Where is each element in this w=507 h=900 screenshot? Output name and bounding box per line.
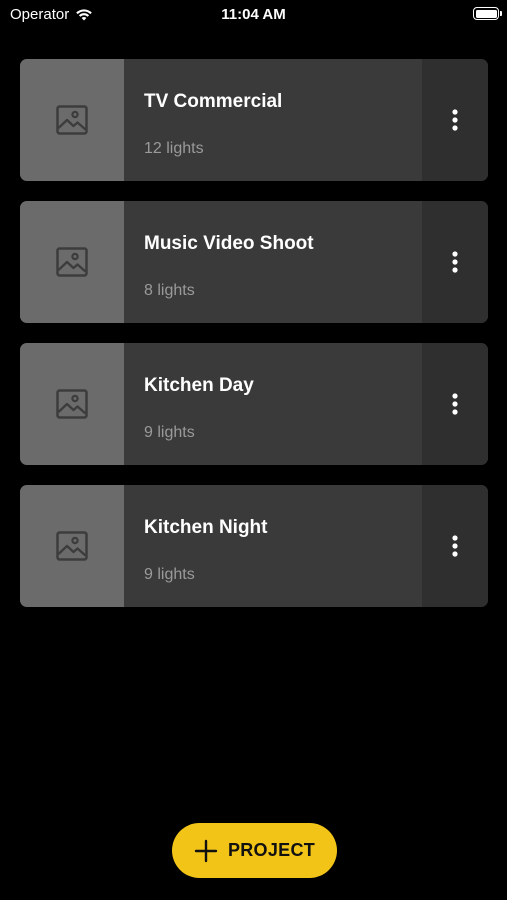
project-title: Kitchen Day <box>144 375 254 396</box>
project-light-count: 9 lights <box>144 424 195 441</box>
project-thumbnail <box>20 59 124 181</box>
project-menu-button[interactable] <box>422 343 488 465</box>
image-placeholder-icon <box>56 105 88 135</box>
project-menu-button[interactable] <box>422 59 488 181</box>
project-title: Kitchen Night <box>144 517 268 538</box>
status-time: 11:04 AM <box>221 6 286 23</box>
add-project-button[interactable]: PROJECT <box>172 823 337 878</box>
project-card-body: Kitchen Night 9 lights <box>124 485 422 607</box>
more-vertical-icon <box>452 393 458 415</box>
image-placeholder-icon <box>56 389 88 419</box>
project-card-body: Kitchen Day 9 lights <box>124 343 422 465</box>
image-placeholder-icon <box>56 531 88 561</box>
project-card[interactable]: Music Video Shoot 8 lights <box>20 201 488 323</box>
project-card-body: TV Commercial 12 lights <box>124 59 422 181</box>
add-project-label: PROJECT <box>227 840 316 860</box>
project-thumbnail <box>20 343 124 465</box>
project-title: TV Commercial <box>144 91 283 112</box>
project-thumbnail <box>20 201 124 323</box>
project-light-count: 9 lights <box>144 566 195 583</box>
more-vertical-icon <box>452 251 458 273</box>
more-vertical-icon <box>452 109 458 131</box>
project-title: Music Video Shoot <box>144 233 314 254</box>
project-card[interactable]: Kitchen Night 9 lights <box>20 485 488 607</box>
project-menu-button[interactable] <box>422 485 488 607</box>
project-card[interactable]: TV Commercial 12 lights <box>20 59 488 181</box>
project-card[interactable]: Kitchen Day 9 lights <box>20 343 488 465</box>
project-light-count: 8 lights <box>144 282 195 299</box>
status-bar: Operator 11:04 AM <box>0 0 507 28</box>
battery-icon <box>473 7 502 20</box>
project-thumbnail <box>20 485 124 607</box>
project-light-count: 12 lights <box>144 140 204 157</box>
project-menu-button[interactable] <box>422 201 488 323</box>
more-vertical-icon <box>452 535 458 557</box>
image-placeholder-icon <box>56 247 88 277</box>
project-card-body: Music Video Shoot 8 lights <box>124 201 422 323</box>
plus-icon <box>194 839 218 862</box>
project-list: TV Commercial 12 lights Music Video Shoo… <box>20 59 488 627</box>
